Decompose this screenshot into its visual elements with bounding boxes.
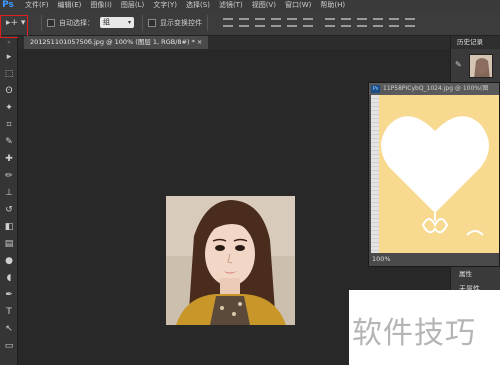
floating-document-window[interactable]: Ps 11P58PICybQ_1024.jpg @ 100%(图 100% (368, 82, 500, 267)
floating-status-bar: 100% (369, 253, 499, 266)
auto-select-value: 组 (103, 18, 110, 26)
divider (207, 14, 208, 31)
zoom-level[interactable]: 100% (372, 255, 391, 263)
document-tab[interactable]: 20125110105750б.jpg @ 100% (图层 1, RGB/8#… (24, 36, 209, 49)
document-tabs: 20125110105750б.jpg @ 100% (图层 1, RGB/8#… (18, 36, 450, 49)
menu-layer[interactable]: 图层(L) (121, 0, 144, 10)
properties-panel-tab[interactable]: 属性 (459, 268, 472, 278)
history-brush-icon[interactable]: ↺ (0, 201, 18, 218)
marquee-tool-icon[interactable]: ⬚ (0, 65, 18, 82)
chevron-down-icon: ▾ (127, 19, 131, 26)
ps-document-icon: Ps (371, 85, 380, 93)
menu-type[interactable]: 文字(Y) (153, 0, 177, 10)
align-right-icon[interactable] (303, 18, 313, 27)
align-bottom-icon[interactable] (255, 18, 265, 27)
floating-window-titlebar[interactable]: Ps 11P58PICybQ_1024.jpg @ 100%(图 (369, 83, 499, 95)
floating-window-title: 11P58PICybQ_1024.jpg @ 100%(图 (383, 85, 489, 92)
healing-brush-icon[interactable]: ✚ (0, 150, 18, 167)
move-tool-icon[interactable]: ▸ (0, 48, 18, 65)
tools-panel: « ▸ ⬚ ʘ ✦ ⌗ ✎ ✚ ✏ ⊥ ↺ ◧ ▤ ● ◖ ✒ T ↖ ▭ (0, 36, 18, 365)
show-transform-checkbox[interactable] (148, 18, 156, 27)
menu-filter[interactable]: 滤镜(T) (219, 0, 243, 10)
heart-graphic (381, 116, 489, 236)
brush-tool-icon[interactable]: ✏ (0, 167, 18, 184)
align-hcenter-icon[interactable] (287, 18, 297, 27)
eyedropper-icon[interactable]: ✎ (0, 133, 18, 150)
move-tool-highlight (0, 15, 28, 38)
menu-file[interactable]: 文件(F) (25, 0, 49, 10)
divider (41, 14, 42, 31)
eraser-tool-icon[interactable]: ◧ (0, 218, 18, 235)
distribute-top-icon[interactable] (325, 18, 335, 27)
menu-select[interactable]: 选择(S) (186, 0, 210, 10)
gradient-tool-icon[interactable]: ▤ (0, 235, 18, 252)
auto-select-checkbox[interactable] (47, 18, 55, 27)
auto-select-label: 自动选择： (59, 18, 94, 27)
clone-stamp-icon[interactable]: ⊥ (0, 184, 18, 201)
distribute-left-icon[interactable] (373, 18, 383, 27)
lasso-tool-icon[interactable]: ʘ (0, 82, 18, 99)
align-buttons (223, 18, 415, 27)
auto-select-dropdown[interactable]: 组 ▾ (100, 17, 134, 28)
divider (142, 14, 143, 31)
distribute-right-icon[interactable] (405, 18, 415, 27)
history-snapshot-thumbnail[interactable] (469, 54, 493, 78)
menu-help[interactable]: 帮助(H) (320, 0, 345, 10)
align-vcenter-icon[interactable] (239, 18, 249, 27)
path-select-icon[interactable]: ↖ (0, 320, 18, 337)
menu-window[interactable]: 窗口(W) (285, 0, 311, 10)
shape-tool-icon[interactable]: ▭ (0, 337, 18, 354)
distribute-bottom-icon[interactable] (357, 18, 367, 27)
options-bar: ▸+ ▾ 自动选择： 组 ▾ 显示变换控件 (0, 10, 500, 36)
crop-tool-icon[interactable]: ⌗ (0, 116, 18, 133)
type-tool-icon[interactable]: T (0, 303, 18, 320)
align-left-icon[interactable] (271, 18, 281, 27)
history-brush-icon[interactable]: ✎ (455, 60, 462, 69)
pen-tool-icon[interactable]: ✒ (0, 286, 18, 303)
distribute-hcenter-icon[interactable] (389, 18, 399, 27)
menu-image[interactable]: 图像(I) (90, 0, 112, 10)
align-top-icon[interactable] (223, 18, 233, 27)
magic-wand-icon[interactable]: ✦ (0, 99, 18, 116)
blur-tool-icon[interactable]: ● (0, 252, 18, 269)
distribute-vcenter-icon[interactable] (341, 18, 351, 27)
watermark-text: 软件技巧 (352, 316, 476, 351)
photoshop-window: Ps 文件(F) 编辑(E) 图像(I) 图层(L) 文字(Y) 选择(S) 滤… (0, 0, 500, 365)
history-panel-tab[interactable]: 历史记录 (451, 36, 500, 49)
ps-logo: Ps (2, 0, 14, 10)
show-transform-label: 显示变换控件 (160, 18, 202, 27)
menu-edit[interactable]: 编辑(E) (58, 0, 82, 10)
snapshot-image (470, 55, 492, 77)
menu-bar: Ps 文件(F) 编辑(E) 图像(I) 图层(L) 文字(Y) 选择(S) 滤… (0, 0, 500, 10)
portrait-photo (166, 196, 295, 325)
floating-canvas (371, 95, 499, 253)
dodge-tool-icon[interactable]: ◖ (0, 269, 18, 286)
menu-view[interactable]: 视图(V) (252, 0, 276, 10)
portrait-image (166, 196, 295, 325)
